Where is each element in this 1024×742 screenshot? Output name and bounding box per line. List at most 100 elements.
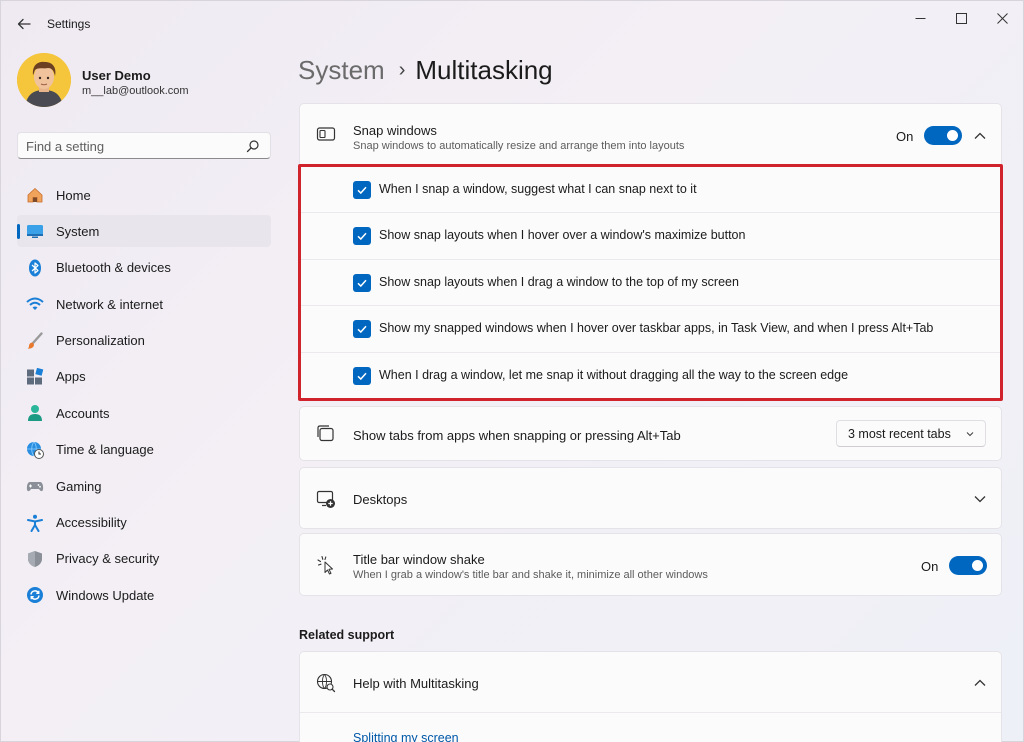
sidebar-item-label: Accessibility [56,515,127,531]
sidebar-item-system[interactable]: System [17,215,271,248]
home-icon [27,187,43,203]
breadcrumb-separator: › [398,59,406,81]
minimize-icon [915,17,925,19]
sidebar-item-label: Personalization [56,333,145,349]
chevron-up-icon[interactable] [972,675,988,691]
maximize-button[interactable] [941,7,981,29]
help-card: Help with Multitasking [299,651,1002,742]
title-bar-shake-description: When I grab a window's title bar and sha… [353,569,708,581]
sidebar-item-accessibility[interactable]: Accessibility [17,507,271,539]
snap-option-checkbox[interactable] [353,367,371,385]
sidebar-item-label: Privacy & security [56,551,160,567]
help-title: Help with Multitasking [353,676,479,691]
snap-option-row[interactable]: Show snap layouts when I drag a window t… [300,259,1001,305]
sidebar-item-privacy[interactable]: Privacy & security [17,543,271,575]
desktops-card[interactable]: Desktops [299,467,1002,529]
globe-search-icon [316,673,336,693]
title-bar-shake-toggle[interactable] [949,556,987,575]
checkmark-icon [357,232,367,241]
back-button[interactable] [13,13,35,35]
checkmark-icon [357,372,367,381]
snap-option-row[interactable]: When I snap a window, suggest what I can… [300,166,1001,212]
app-title: Settings [47,17,91,31]
snap-option-row[interactable]: When I drag a window, let me snap it wit… [300,352,1001,398]
snap-option-checkbox[interactable] [353,181,371,199]
show-tabs-title: Show tabs from apps when snapping or pre… [353,428,681,443]
sidebar-item-personalization[interactable]: Personalization [17,325,271,357]
desktops-title: Desktops [353,492,408,507]
sidebar-item-label: Bluetooth & devices [56,260,171,276]
search-icon [246,140,259,153]
settings-window: Settings User Demo m__lab@outlook.com Fi… [0,0,1024,742]
sidebar-item-windows-update[interactable]: Windows Update [17,579,271,611]
snap-option-label: When I drag a window, let me snap it wit… [379,368,849,382]
sidebar-item-label: Gaming [56,478,102,494]
snap-option-row[interactable]: Show snap layouts when I hover over a wi… [300,212,1001,258]
title-bar-shake-state: On [921,559,939,574]
checkmark-icon [357,279,367,288]
sidebar-item-time-language[interactable]: Time & language [17,434,271,466]
snap-windows-description: Snap windows to automatically resize and… [353,140,685,152]
breadcrumb: System › Multitasking [298,55,553,86]
update-icon [27,587,43,604]
title-bar: Settings [1,1,1023,45]
sidebar-item-apps[interactable]: Apps [17,361,271,393]
close-button[interactable] [982,7,1022,29]
snap-option-label: Show snap layouts when I drag a window t… [379,275,739,289]
shield-icon [28,550,42,567]
checkmark-icon [357,325,367,334]
brush-icon [27,331,43,349]
user-name: User Demo [82,68,151,83]
splitting-screen-link[interactable]: Splitting my screen [353,731,459,742]
controller-icon [26,482,44,492]
search-box[interactable] [17,132,271,159]
checkmark-icon [357,186,367,195]
sidebar-item-accounts[interactable]: Accounts [17,397,271,429]
related-support-header: Related support [299,628,395,642]
sidebar-item-label: System [56,223,100,239]
desktop-add-icon [316,490,335,508]
show-tabs-dropdown[interactable]: 3 most recent tabs [836,420,986,447]
snap-option-row[interactable]: Show my snapped windows when I hover ove… [300,305,1001,351]
chevron-down-icon[interactable] [972,491,988,507]
bluetooth-icon [29,259,41,277]
search-input[interactable] [26,137,236,155]
apps-icon [27,367,44,385]
system-icon [27,225,43,239]
maximize-icon [955,12,967,24]
tabs-icon [317,425,334,442]
snap-windows-card: Snap windows Snap windows to automatical… [299,103,1002,401]
page-title: Multitasking [415,55,553,85]
snap-option-checkbox[interactable] [353,227,371,245]
avatar [17,53,71,107]
sidebar-item-gaming[interactable]: Gaming [17,470,271,502]
sidebar-item-label: Network & internet [56,296,163,312]
breadcrumb-parent[interactable]: System [298,55,385,85]
close-icon [996,12,1008,24]
sidebar-item-home[interactable]: Home [17,179,271,211]
snap-window-icon [316,127,336,141]
snap-option-checkbox[interactable] [353,320,371,338]
globe-clock-icon [27,441,44,459]
sidebar-item-label: Apps [56,369,86,385]
sidebar-item-network[interactable]: Network & internet [17,288,271,320]
snap-windows-state: On [896,129,914,144]
sidebar-item-bluetooth[interactable]: Bluetooth & devices [17,252,271,284]
sidebar-item-label: Accounts [56,405,110,421]
sidebar-item-label: Home [56,187,91,203]
user-email: m__lab@outlook.com [82,85,189,97]
sidebar-item-label: Windows Update [56,587,155,603]
snap-option-label: Show snap layouts when I hover over a wi… [379,228,746,242]
snap-option-label: When I snap a window, suggest what I can… [379,182,697,196]
snap-option-label: Show my snapped windows when I hover ove… [379,321,934,335]
snap-windows-toggle[interactable] [924,126,962,145]
accessibility-icon [27,514,43,532]
snap-option-checkbox[interactable] [353,274,371,292]
chevron-down-icon [966,432,974,437]
help-header[interactable]: Help with Multitasking [300,652,1001,713]
snap-windows-title: Snap windows [353,123,437,138]
chevron-up-icon[interactable] [972,128,988,144]
snap-windows-header[interactable]: Snap windows Snap windows to automatical… [300,104,1001,163]
minimize-button[interactable] [900,7,940,29]
sidebar-item-label: Time & language [56,442,154,458]
